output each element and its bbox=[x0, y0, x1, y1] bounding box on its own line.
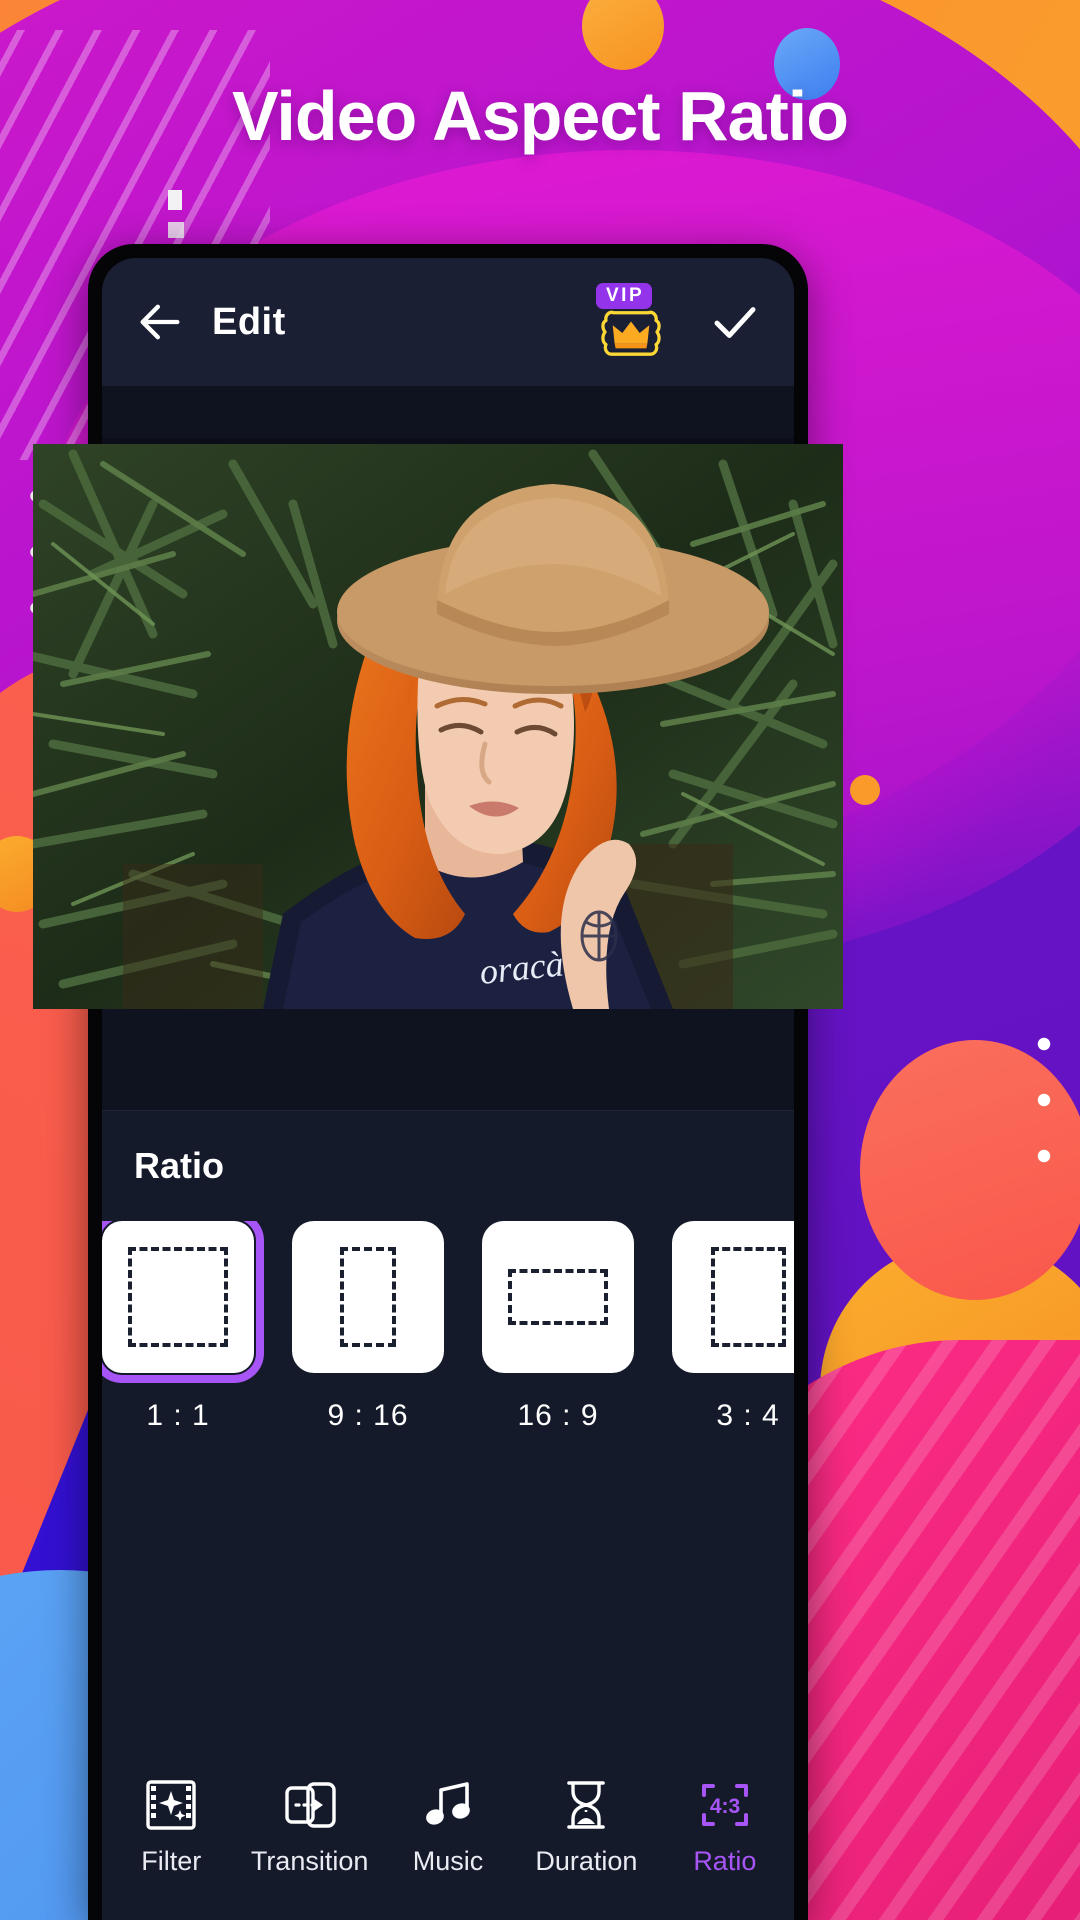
ratio-panel-heading: Ratio bbox=[134, 1145, 224, 1186]
hourglass-icon bbox=[567, 1780, 606, 1829]
toolbar-item-transition[interactable]: Transition bbox=[240, 1778, 378, 1877]
film-sparkle-icon bbox=[146, 1779, 196, 1830]
toolbar-item-label: Ratio bbox=[693, 1845, 757, 1876]
ratio-option-1:1[interactable]: 1 : 1 bbox=[102, 1221, 264, 1433]
svg-text:4:3: 4:3 bbox=[710, 1795, 740, 1818]
toolbar-item-label: Transition bbox=[250, 1845, 369, 1876]
ratio-shape-preview bbox=[508, 1268, 608, 1326]
orange-dot-right bbox=[850, 775, 880, 805]
ratio-option-card[interactable] bbox=[482, 1221, 634, 1373]
toolbar-item-label: Duration bbox=[535, 1845, 638, 1876]
crop-ratio-icon: 4:3 bbox=[701, 1783, 748, 1826]
back-arrow-icon[interactable] bbox=[134, 296, 186, 348]
ratio-option-card[interactable] bbox=[102, 1221, 264, 1383]
app-bar: Edit VIP bbox=[102, 258, 794, 386]
page-title: Video Aspect Ratio bbox=[231, 77, 849, 155]
decor-square-1 bbox=[168, 190, 182, 210]
ratio-option-card[interactable] bbox=[672, 1221, 794, 1373]
toolbar-item-duration[interactable]: Duration bbox=[517, 1778, 655, 1877]
confirm-check-icon[interactable] bbox=[708, 295, 762, 349]
transition-icon bbox=[284, 1781, 336, 1828]
toolbar-item-filter[interactable]: Filter bbox=[102, 1778, 240, 1877]
ratio-option-9:16[interactable]: 9 : 16 bbox=[292, 1221, 444, 1433]
toolbar-item-ratio[interactable]: 4:3 Ratio bbox=[656, 1778, 794, 1877]
ratio-shape-preview bbox=[339, 1247, 397, 1347]
ratio-option-3:4[interactable]: 3 : 4 bbox=[672, 1221, 794, 1433]
ratio-option-label: 1 : 1 bbox=[146, 1399, 210, 1432]
preview-photo[interactable]: oracà bbox=[33, 444, 843, 1009]
ratio-option-label: 3 : 4 bbox=[716, 1399, 780, 1432]
crown-icon bbox=[601, 310, 661, 356]
vip-button[interactable]: VIP bbox=[594, 283, 668, 361]
ratio-option-label: 9 : 16 bbox=[327, 1399, 409, 1432]
toolbar-item-label: Music bbox=[412, 1845, 484, 1876]
bottom-toolbar: Filter Transition Music Duration 4:3 Ratio bbox=[102, 1734, 794, 1920]
toolbar-item-label: Filter bbox=[141, 1845, 202, 1876]
toolbar-item-music[interactable]: Music bbox=[379, 1778, 517, 1877]
preview-top-band bbox=[102, 386, 794, 438]
ratio-shape-preview bbox=[710, 1247, 786, 1347]
dot-column-right bbox=[1036, 1016, 1052, 1176]
app-bar-title: Edit bbox=[212, 300, 286, 343]
ratio-option-card[interactable] bbox=[292, 1221, 444, 1373]
ratio-option-label: 16 : 9 bbox=[517, 1399, 599, 1432]
ratio-shape-preview bbox=[128, 1247, 228, 1347]
music-note-icon bbox=[426, 1781, 470, 1825]
ratio-option-list[interactable]: 1 : 19 : 1616 : 93 : 44 : 3 bbox=[102, 1221, 794, 1433]
ratio-panel: Ratio 1 : 19 : 1616 : 93 : 44 : 3 bbox=[102, 1110, 794, 1734]
preview-bottom-band bbox=[102, 998, 794, 1110]
vip-badge-label: VIP bbox=[596, 283, 653, 309]
ratio-option-16:9[interactable]: 16 : 9 bbox=[482, 1221, 634, 1433]
decor-square-2 bbox=[168, 222, 184, 238]
